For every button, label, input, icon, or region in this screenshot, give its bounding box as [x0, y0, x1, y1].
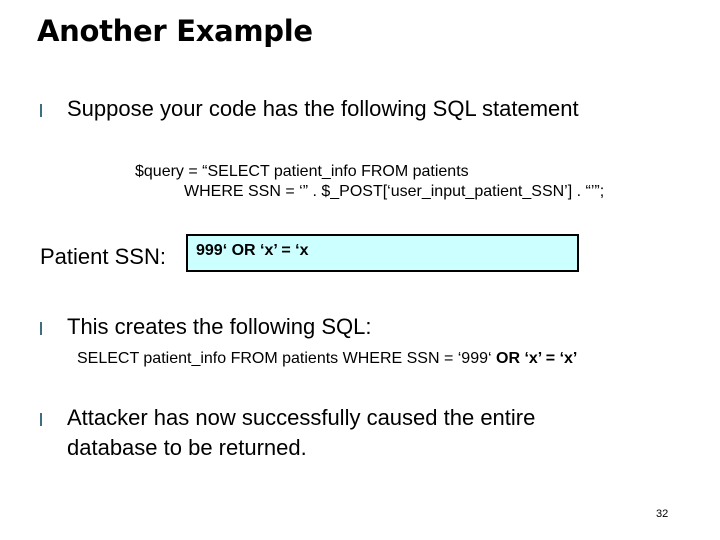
- bullet-text-1: Suppose your code has the following SQL …: [67, 96, 579, 121]
- resulting-sql: SELECT patient_info FROM patients WHERE …: [77, 349, 577, 369]
- page-number: 32: [656, 508, 669, 520]
- code-line-2: WHERE SSN = ‘” . $_POST[‘user_input_pati…: [184, 183, 605, 200]
- slide-title: Another Example: [37, 14, 313, 48]
- bullet-text-2: This creates the following SQL:: [67, 314, 372, 339]
- patient-ssn-input-value: 999‘ OR ‘x’ = ‘x: [196, 242, 309, 259]
- slide: Another Example Suppose your code has th…: [0, 0, 720, 540]
- bullet-marker-icon: [40, 413, 42, 426]
- resulting-sql-injected: OR ‘x’ = ‘x’: [496, 350, 578, 367]
- bullet-text-3-line-1: Attacker has now successfully caused the…: [67, 405, 536, 430]
- bullet-text-3-line-2: database to be returned.: [67, 435, 307, 460]
- bullet-marker-icon: [40, 322, 42, 335]
- resulting-sql-plain: SELECT patient_info FROM patients WHERE …: [77, 350, 496, 367]
- patient-ssn-input[interactable]: 999‘ OR ‘x’ = ‘x: [186, 234, 579, 272]
- code-line-1: $query = “SELECT patient_info FROM patie…: [135, 163, 469, 180]
- patient-ssn-label: Patient SSN:: [40, 244, 166, 269]
- bullet-marker-icon: [40, 104, 42, 117]
